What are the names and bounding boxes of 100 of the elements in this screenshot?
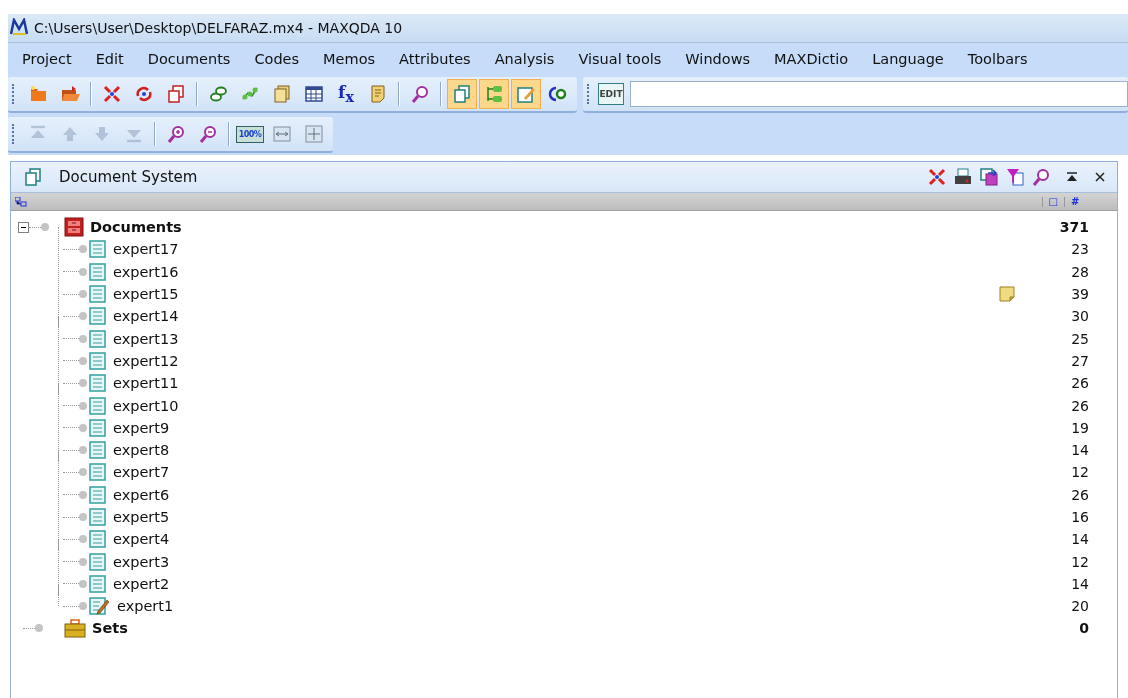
windows-icon [23,167,43,187]
menu-item[interactable]: MAXDictio [762,51,861,67]
node-dot [79,468,87,477]
node-dot [41,223,49,232]
tree-item[interactable]: expert7 [113,464,170,481]
count: 25 [1070,330,1089,347]
tree-line [63,538,79,540]
column-header[interactable]: # [1071,196,1113,207]
node-dot [79,602,87,611]
menu-item[interactable]: Attributes [387,51,483,67]
copy-windows-icon [166,84,186,104]
tree-item[interactable]: Sets [92,620,128,637]
count: 26 [1070,397,1089,414]
column-header[interactable]: □ [1048,196,1058,207]
printer-icon [953,167,973,187]
tree-line [63,382,79,384]
tree-icon [15,196,27,207]
menu-item[interactable]: Edit [83,51,136,67]
pin-icon [1065,170,1079,184]
tree-item[interactable]: expert14 [113,308,179,325]
collapse-arrows-icon [102,84,122,104]
menu-item[interactable]: Windows [673,51,763,67]
panel-title: Document System [59,168,198,186]
node-dot [79,267,87,276]
node-dot [79,379,87,388]
tree-item[interactable]: expert8 [113,442,170,459]
cabinet-icon [64,217,84,238]
count: 26 [1070,486,1089,503]
node-dot [79,535,87,544]
tree-item[interactable]: expert17 [113,241,179,258]
tree-line [63,427,79,429]
open-folder-icon [60,84,80,104]
tree-line [63,516,79,518]
node-dot [79,356,87,365]
tree-item[interactable]: expert4 [113,531,170,548]
count: 14 [1070,442,1089,459]
windows-icon [452,84,472,104]
count: 19 [1070,419,1089,436]
count: 14 [1070,575,1089,592]
pencil-note-button[interactable] [511,79,541,109]
linked-tags-icon [208,84,228,104]
windows-button[interactable] [447,79,477,109]
count: 20 [1070,598,1089,615]
tree-item[interactable]: expert15 [113,286,179,303]
node-dot [79,290,87,299]
tree-item[interactable]: expert12 [113,352,179,369]
tree-item[interactable]: expert6 [113,486,170,503]
tree-item[interactable]: expert3 [113,553,170,570]
code-tree-icon [484,84,504,104]
count: 26 [1070,375,1089,392]
menu-item[interactable]: Codes [242,51,312,67]
filter-icon [1005,167,1025,187]
search-icon [410,84,430,104]
input-field[interactable] [630,81,1128,107]
menu-item[interactable]: Documents [135,51,243,67]
collapse-toggle[interactable] [18,221,29,233]
tree-item[interactable]: expert2 [113,575,170,592]
count: 12 [1070,464,1089,481]
count: 14 [1070,531,1089,548]
node-dot [79,423,87,432]
tree-line [63,315,79,317]
tree-line [63,248,79,250]
tree-item[interactable]: expert16 [113,263,179,280]
collapse-arrows-icon [927,167,947,187]
count: 0 [1078,620,1089,637]
tree-item[interactable]: expert13 [113,330,179,347]
pencil-note-icon [516,84,536,104]
tree-item[interactable]: expert11 [113,375,179,392]
node-dot [79,579,87,588]
window-title: C:\Users\User\Desktop\DELFARAZ.mx4 - MAXQDA 10 [34,20,403,36]
tree-line [63,583,79,585]
formula-button[interactable]: f$_{x}$ [331,79,361,109]
menu-item[interactable]: Toolbars [955,51,1040,67]
node-dot [79,557,87,566]
zoom-in-icon [166,124,186,144]
tree-item[interactable]: expert5 [113,509,170,525]
tree-item[interactable]: expert10 [113,397,179,414]
tree-line [63,293,79,295]
tree-line [63,494,79,496]
tree-line [23,628,35,629]
fit-page-icon [304,124,324,144]
node-dot [35,624,43,633]
menu-item[interactable]: Language [860,51,956,67]
tree-line [63,271,79,273]
tree-item[interactable]: expert1 [117,598,174,615]
node-dot [79,513,87,521]
close-icon [1093,170,1107,184]
new-folder-icon [28,84,48,104]
menu-item[interactable]: Memos [311,51,388,67]
count: 12 [1070,553,1089,570]
search-icon [1031,167,1051,187]
menu-item[interactable]: Project [8,51,84,67]
menu-item[interactable]: Visual tools [566,51,674,67]
tree-item[interactable]: expert9 [113,419,170,436]
edit-button[interactable]: EDIT [598,83,624,105]
export-button[interactable] [977,167,1001,187]
menu-item[interactable]: Analysis [482,51,567,67]
tree-item[interactable]: Documents [90,219,182,236]
tree-line [63,405,79,406]
code-tree-button[interactable] [479,79,509,109]
